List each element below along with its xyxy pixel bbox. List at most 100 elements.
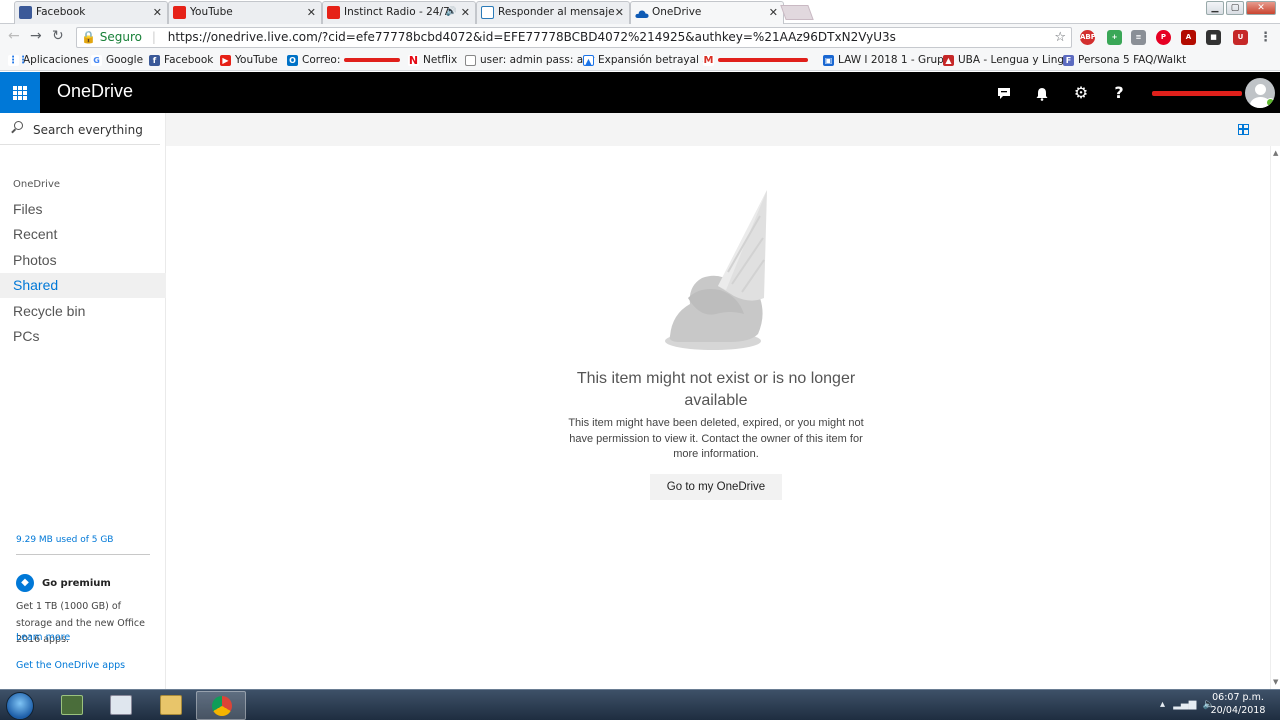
get-apps-link[interactable]: Get the OneDrive apps bbox=[16, 660, 125, 671]
bookmark-label: Expansión betrayal at bbox=[598, 54, 713, 66]
bookmark-law[interactable]: ▣ LAW I 2018 1 - Grupo bbox=[823, 54, 950, 66]
bookmark-gmail[interactable]: M bbox=[703, 54, 808, 66]
window-controls: ▁ ▢ ✕ bbox=[1206, 1, 1276, 15]
extension-dark-icon[interactable]: ■ bbox=[1206, 30, 1221, 45]
new-tab-button[interactable] bbox=[780, 5, 814, 20]
help-icon[interactable]: ? bbox=[1100, 72, 1138, 113]
close-icon[interactable]: ✕ bbox=[153, 2, 162, 23]
scroll-up-icon[interactable]: ▲ bbox=[1273, 149, 1278, 157]
show-hidden-icons[interactable]: ▴ bbox=[1160, 699, 1165, 710]
bookmark-apps[interactable]: ⋮⋮ Aplicaciones bbox=[8, 54, 89, 66]
gamefaqs-icon: F bbox=[1063, 55, 1074, 66]
close-icon[interactable]: ✕ bbox=[615, 2, 624, 23]
bookmark-persona5[interactable]: F Persona 5 FAQ/Walkt bbox=[1063, 54, 1186, 66]
bookmarks-bar: ⋮⋮ Aplicaciones G Google f Facebook ▶ Yo… bbox=[0, 51, 1280, 71]
bookmark-netflix[interactable]: N Netflix bbox=[408, 54, 457, 66]
apps-grid-icon: ⋮⋮ bbox=[8, 55, 28, 66]
online-status-icon bbox=[1266, 98, 1275, 107]
tab-onedrive[interactable]: OneDrive ✕ bbox=[630, 1, 784, 25]
search-placeholder: Search everything bbox=[33, 123, 143, 137]
close-icon[interactable]: ✕ bbox=[769, 2, 778, 23]
close-icon[interactable]: ✕ bbox=[461, 2, 470, 23]
sidebar-item-files[interactable]: Files bbox=[0, 197, 166, 222]
app-launcher-icon[interactable] bbox=[0, 72, 40, 113]
pinterest-icon[interactable]: P bbox=[1156, 30, 1171, 45]
tab-facebook[interactable]: Facebook ✕ bbox=[14, 1, 168, 24]
classroom-icon: ▣ bbox=[823, 55, 834, 66]
extension-green-icon[interactable]: + bbox=[1107, 30, 1122, 45]
tab-youtube[interactable]: YouTube ✕ bbox=[168, 1, 322, 24]
bookmark-user-admin[interactable]: user: admin pass: adr bbox=[465, 54, 594, 66]
bookmark-label: YouTube bbox=[235, 54, 278, 66]
folder-icon bbox=[160, 695, 182, 715]
netflix-icon: N bbox=[408, 54, 419, 67]
chrome-menu-icon[interactable]: ⋮ bbox=[1258, 30, 1273, 45]
network-icon[interactable]: ▂▄▆ bbox=[1173, 699, 1196, 710]
facebook-icon: f bbox=[149, 55, 160, 66]
monitor-icon bbox=[61, 695, 83, 715]
grid-view-icon[interactable] bbox=[1238, 124, 1249, 135]
scroll-down-icon[interactable]: ▼ bbox=[1273, 678, 1278, 686]
bell-icon[interactable] bbox=[1023, 72, 1061, 113]
taskbar-calculator[interactable] bbox=[96, 691, 146, 720]
learn-more-link[interactable]: Learn more bbox=[16, 632, 70, 643]
extension-stack-icon[interactable]: ≡ bbox=[1131, 30, 1146, 45]
browser-tab-strip: Facebook ✕ YouTube ✕ Instinct Radio - 24… bbox=[0, 0, 1280, 25]
taskbar-clock[interactable]: 06:07 p.m. 20/04/2018 bbox=[1208, 691, 1268, 717]
scrollbar[interactable]: ▲ ▼ bbox=[1270, 146, 1280, 689]
close-icon[interactable]: ✕ bbox=[307, 2, 316, 23]
taskbar-app-1[interactable] bbox=[47, 691, 97, 720]
url-text: https://onedrive.live.com/?cid=efe77778b… bbox=[167, 30, 896, 44]
app-title[interactable]: OneDrive bbox=[57, 81, 133, 102]
sidebar-item-recycle-bin[interactable]: Recycle bin bbox=[0, 299, 166, 324]
shield-extension-icon[interactable]: U bbox=[1233, 30, 1248, 45]
calculator-icon bbox=[110, 695, 132, 715]
adblock-icon[interactable]: ABP bbox=[1080, 30, 1096, 45]
close-window-button[interactable]: ✕ bbox=[1246, 1, 1276, 15]
search-input[interactable]: Search everything bbox=[0, 113, 160, 145]
sidebar-item-shared[interactable]: Shared bbox=[0, 273, 166, 298]
sidebar-item-recent[interactable]: Recent bbox=[0, 222, 166, 247]
feedback-icon[interactable] bbox=[985, 72, 1023, 113]
taskbar-explorer[interactable] bbox=[146, 691, 196, 720]
tab-title: YouTube bbox=[190, 6, 233, 18]
pdf-icon[interactable]: A bbox=[1181, 30, 1196, 45]
bookmark-facebook[interactable]: f Facebook bbox=[149, 54, 213, 66]
taskbar-chrome[interactable] bbox=[196, 691, 246, 720]
youtube-icon bbox=[327, 6, 340, 19]
avatar[interactable] bbox=[1245, 78, 1275, 108]
youtube-icon bbox=[173, 6, 186, 19]
go-to-onedrive-button[interactable]: Go to my OneDrive bbox=[650, 474, 782, 500]
bookmark-uba[interactable]: ▲ UBA - Lengua y Lingü bbox=[943, 54, 1071, 66]
tab-responder[interactable]: Responder al mensaje ✕ bbox=[476, 1, 630, 24]
speaker-icon[interactable]: 🔊 bbox=[446, 2, 457, 23]
sidebar-item-pcs[interactable]: PCs bbox=[0, 324, 166, 349]
page-icon bbox=[465, 55, 476, 66]
system-tray: ▴ ▂▄▆ 🔈 bbox=[1160, 699, 1215, 710]
maximize-button[interactable]: ▢ bbox=[1226, 1, 1244, 15]
windows-start-button[interactable] bbox=[6, 692, 34, 720]
browser-toolbar: ← → ↻ 🔒 Seguro | https://onedrive.live.c… bbox=[0, 24, 1280, 51]
tab-instinct-radio[interactable]: Instinct Radio - 24/7 🔊 ✕ bbox=[322, 1, 476, 24]
address-bar[interactable]: 🔒 Seguro | https://onedrive.live.com/?ci… bbox=[76, 27, 1072, 48]
google-icon: G bbox=[91, 55, 102, 66]
minimize-button[interactable]: ▁ bbox=[1206, 1, 1224, 15]
bookmark-expansion[interactable]: ▲ Expansión betrayal at bbox=[583, 54, 713, 66]
bookmark-label: Correo: bbox=[302, 54, 341, 66]
separator: | bbox=[151, 30, 156, 44]
storage-usage-link[interactable]: 9.29 MB used of 5 GB bbox=[16, 535, 113, 545]
chrome-icon bbox=[212, 696, 232, 716]
bookmark-star-icon[interactable]: ☆ bbox=[1054, 28, 1066, 47]
bookmark-correo[interactable]: O Correo: bbox=[287, 54, 400, 66]
bookmark-google[interactable]: G Google bbox=[91, 54, 143, 66]
outlook-icon: O bbox=[287, 55, 298, 66]
search-icon bbox=[14, 121, 23, 130]
reload-icon[interactable]: ↻ bbox=[52, 28, 64, 44]
redaction-mark bbox=[343, 58, 400, 62]
gear-icon[interactable]: ⚙ bbox=[1062, 72, 1100, 113]
back-icon[interactable]: ← bbox=[8, 28, 20, 44]
sidebar-item-photos[interactable]: Photos bbox=[0, 248, 166, 273]
mail-icon bbox=[481, 6, 494, 19]
forward-icon[interactable]: → bbox=[30, 28, 42, 44]
bookmark-youtube[interactable]: ▶ YouTube bbox=[220, 54, 278, 66]
